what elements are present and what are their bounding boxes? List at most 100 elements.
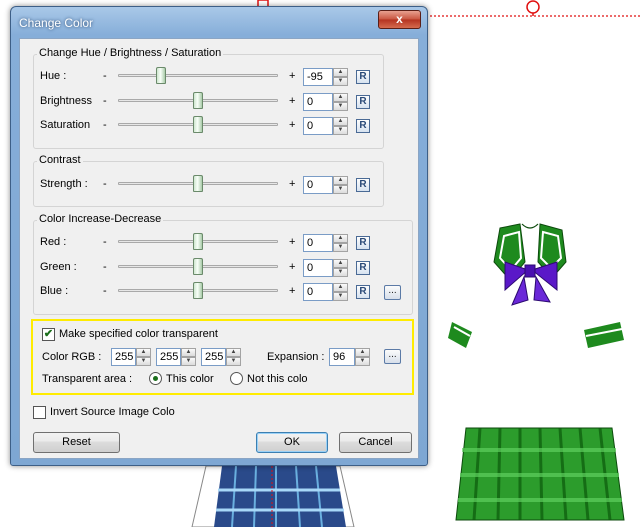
- red-slider-thumb[interactable]: [193, 233, 203, 250]
- guide-marker-circle: [526, 0, 540, 14]
- green-spinbox[interactable]: 0 ▲ ▼: [303, 259, 348, 277]
- rgb-red-input[interactable]: 255: [111, 348, 136, 366]
- hue-value-input[interactable]: -95: [303, 68, 333, 86]
- expansion-input[interactable]: 96: [329, 348, 355, 366]
- red-plus: +: [289, 236, 296, 248]
- strength-slider-thumb[interactable]: [193, 175, 203, 192]
- ok-button[interactable]: OK: [256, 432, 328, 453]
- green-label: Green :: [40, 261, 77, 273]
- ribbon-bow-art: [504, 261, 558, 306]
- rgb-red-down-arrow-icon[interactable]: ▼: [136, 357, 151, 366]
- transparent-color-picker-button[interactable]: ...: [384, 349, 401, 364]
- rgb-blue-down-arrow-icon[interactable]: ▼: [226, 357, 241, 366]
- red-reset-button[interactable]: R: [356, 236, 370, 250]
- title-bar[interactable]: Change Color x: [11, 7, 427, 37]
- contrast-group-title: Contrast: [37, 154, 83, 166]
- radio-not-this-color[interactable]: [230, 372, 243, 385]
- strength-spinbox[interactable]: 0 ▲ ▼: [303, 176, 348, 194]
- brightness-plus: +: [289, 95, 296, 107]
- green-up-arrow-icon[interactable]: ▲: [333, 259, 348, 268]
- rgb-red-up-arrow-icon[interactable]: ▲: [136, 348, 151, 357]
- hue-down-arrow-icon[interactable]: ▼: [333, 77, 348, 86]
- strength-plus: +: [289, 178, 296, 190]
- rgb-green-spinbox[interactable]: 255 ▲ ▼: [156, 348, 196, 366]
- blue-spinbox[interactable]: 0 ▲ ▼: [303, 283, 348, 301]
- red-slider[interactable]: [118, 232, 278, 252]
- saturation-minus: -: [103, 119, 107, 131]
- radio-this-color-label[interactable]: This color: [166, 373, 214, 385]
- transparent-checkbox[interactable]: ✔: [42, 328, 55, 341]
- saturation-reset-button[interactable]: R: [356, 119, 370, 133]
- brightness-minus: -: [103, 95, 107, 107]
- brightness-spinbox[interactable]: 0 ▲ ▼: [303, 93, 348, 111]
- reset-button[interactable]: Reset: [33, 432, 120, 453]
- blue-value-input[interactable]: 0: [303, 283, 333, 301]
- sleeve-cuff-art: [448, 322, 624, 348]
- radio-this-color[interactable]: [149, 372, 162, 385]
- red-up-arrow-icon[interactable]: ▲: [333, 234, 348, 243]
- expansion-spinbox[interactable]: 96 ▲ ▼: [329, 348, 370, 366]
- blue-down-arrow-icon[interactable]: ▼: [333, 292, 348, 301]
- green-slider[interactable]: [118, 257, 278, 277]
- green-minus: -: [103, 261, 107, 273]
- strength-down-arrow-icon[interactable]: ▼: [333, 185, 348, 194]
- blue-slider-thumb[interactable]: [193, 282, 203, 299]
- red-spinbox[interactable]: 0 ▲ ▼: [303, 234, 348, 252]
- blue-up-arrow-icon[interactable]: ▲: [333, 283, 348, 292]
- blue-reset-button[interactable]: R: [356, 285, 370, 299]
- green-value-input[interactable]: 0: [303, 259, 333, 277]
- red-value-input[interactable]: 0: [303, 234, 333, 252]
- hue-slider[interactable]: [118, 66, 278, 86]
- strength-value-input[interactable]: 0: [303, 176, 333, 194]
- strength-slider[interactable]: [118, 174, 278, 194]
- brightness-reset-button[interactable]: R: [356, 95, 370, 109]
- brightness-slider[interactable]: [118, 91, 278, 111]
- rgb-green-down-arrow-icon[interactable]: ▼: [181, 357, 196, 366]
- saturation-slider[interactable]: [118, 115, 278, 135]
- hue-slider-thumb[interactable]: [156, 67, 166, 84]
- red-label: Red :: [40, 236, 67, 248]
- brightness-down-arrow-icon[interactable]: ▼: [333, 102, 348, 111]
- rgb-blue-up-arrow-icon[interactable]: ▲: [226, 348, 241, 357]
- blue-plus: +: [289, 285, 296, 297]
- hue-spinbox[interactable]: -95 ▲ ▼: [303, 68, 348, 86]
- cancel-button[interactable]: Cancel: [339, 432, 412, 453]
- invert-checkbox-label[interactable]: Invert Source Image Colo: [50, 406, 175, 418]
- rgb-red-spinbox[interactable]: 255 ▲ ▼: [111, 348, 151, 366]
- green-reset-button[interactable]: R: [356, 261, 370, 275]
- rgb-blue-spinbox[interactable]: 255 ▲ ▼: [201, 348, 241, 366]
- brightness-value-input[interactable]: 0: [303, 93, 333, 111]
- rgb-blue-input[interactable]: 255: [201, 348, 226, 366]
- green-slider-thumb[interactable]: [193, 258, 203, 275]
- transparent-checkbox-label[interactable]: Make specified color transparent: [59, 328, 218, 340]
- strength-reset-button[interactable]: R: [356, 178, 370, 192]
- rgb-green-up-arrow-icon[interactable]: ▲: [181, 348, 196, 357]
- saturation-slider-thumb[interactable]: [193, 116, 203, 133]
- dialog-client-area: Change Hue / Brightness / Saturation Hue…: [19, 38, 419, 459]
- expansion-down-arrow-icon[interactable]: ▼: [355, 357, 370, 366]
- saturation-spinbox[interactable]: 0 ▲ ▼: [303, 117, 348, 135]
- hue-up-arrow-icon[interactable]: ▲: [333, 68, 348, 77]
- saturation-value-input[interactable]: 0: [303, 117, 333, 135]
- saturation-down-arrow-icon[interactable]: ▼: [333, 126, 348, 135]
- brightness-up-arrow-icon[interactable]: ▲: [333, 93, 348, 102]
- rgb-green-input[interactable]: 255: [156, 348, 181, 366]
- red-down-arrow-icon[interactable]: ▼: [333, 243, 348, 252]
- radio-not-this-color-label[interactable]: Not this colo: [247, 373, 308, 385]
- blue-slider[interactable]: [118, 281, 278, 301]
- brightness-slider-thumb[interactable]: [193, 92, 203, 109]
- saturation-up-arrow-icon[interactable]: ▲: [333, 117, 348, 126]
- strength-up-arrow-icon[interactable]: ▲: [333, 176, 348, 185]
- blue-plaid-skirt-art: [191, 465, 355, 527]
- hue-minus: -: [103, 70, 107, 82]
- expansion-up-arrow-icon[interactable]: ▲: [355, 348, 370, 357]
- green-down-arrow-icon[interactable]: ▼: [333, 268, 348, 277]
- hbs-group-title: Change Hue / Brightness / Saturation: [37, 47, 224, 59]
- color-picker-button[interactable]: ...: [384, 285, 401, 300]
- expansion-label: Expansion :: [267, 351, 325, 363]
- transparent-area-label: Transparent area :: [42, 373, 133, 385]
- hue-reset-button[interactable]: R: [356, 70, 370, 84]
- close-button[interactable]: x: [378, 10, 421, 29]
- invert-checkbox[interactable]: [33, 406, 46, 419]
- color-adjust-group-title: Color Increase-Decrease: [37, 213, 164, 225]
